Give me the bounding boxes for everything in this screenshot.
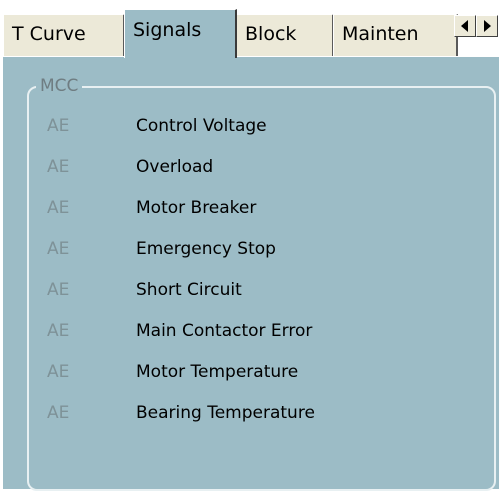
tab-strip: T Curve Signals Block Mainten [0,0,499,58]
signal-row: AE Short Circuit [3,280,499,320]
signal-row: AE Motor Temperature [3,362,499,402]
signal-row: AE Overload [3,157,499,197]
signal-name: Motor Breaker [136,198,257,218]
triangle-left-icon [461,20,468,32]
tab-label: T Curve [12,23,86,45]
signal-row: AE Emergency Stop [3,239,499,279]
signal-name: Motor Temperature [136,362,299,382]
tab-label: Block [245,23,297,45]
tab-scroll-right-button[interactable] [476,15,498,37]
tab-label: Signals [133,19,202,41]
signal-row: AE Control Voltage [3,116,499,156]
triangle-right-icon [484,20,491,32]
signal-row: AE Main Contactor Error [3,321,499,361]
signal-name: Control Voltage [136,116,267,136]
tab-block[interactable]: Block [236,14,334,56]
signal-row: AE Bearing Temperature [3,403,499,443]
signal-row: AE Motor Breaker [3,198,499,238]
signal-state: AE [47,280,70,300]
signal-name: Emergency Stop [136,239,276,259]
signal-state: AE [47,116,70,136]
signal-state: AE [47,198,70,218]
signal-name: Bearing Temperature [136,403,315,423]
signal-name: Short Circuit [136,280,242,300]
tab-label: Mainten [342,23,419,45]
tab-t-curve[interactable]: T Curve [3,14,125,56]
signals-panel: MCC AE Control Voltage AE Overload AE Mo… [0,56,499,491]
signal-state: AE [47,239,70,259]
group-title: MCC [36,76,83,96]
signal-state: AE [47,321,70,341]
tab-maintenance[interactable]: Mainten [333,14,458,56]
signal-state: AE [47,362,70,382]
signal-name: Overload [136,157,214,177]
signal-state: AE [47,157,70,177]
tab-signals[interactable]: Signals [124,9,237,58]
signal-state: AE [47,403,70,423]
tab-scroll-left-button[interactable] [454,15,476,37]
signal-name: Main Contactor Error [136,321,313,341]
